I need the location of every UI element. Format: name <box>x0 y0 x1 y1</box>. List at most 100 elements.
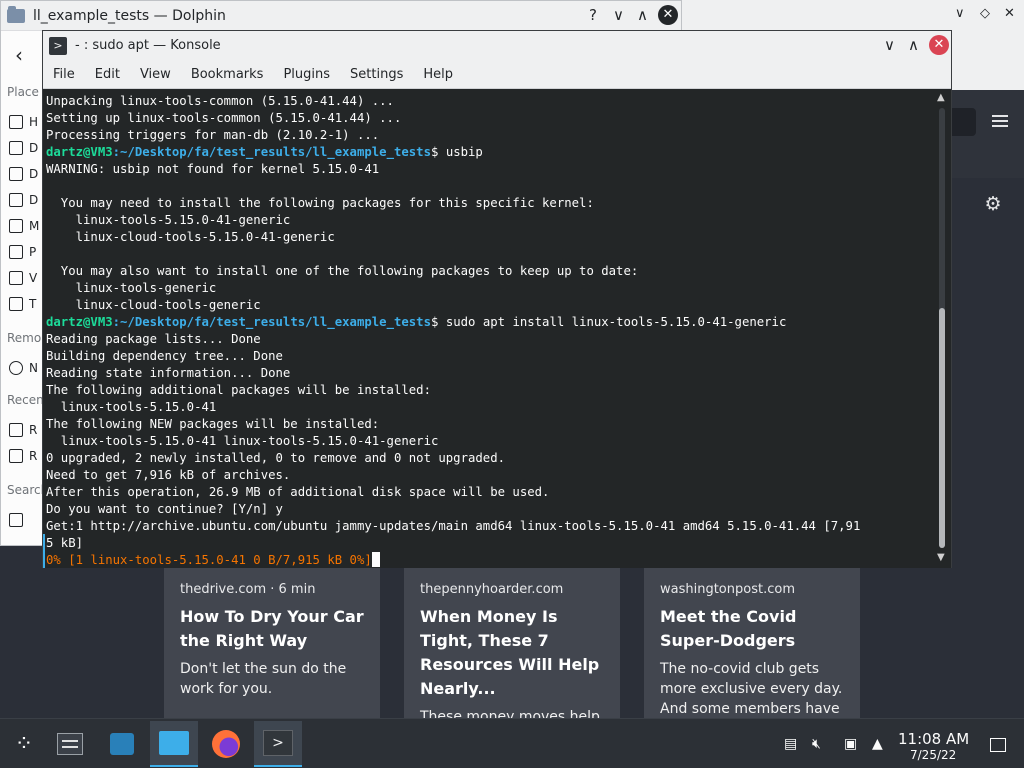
terminal-marker <box>43 534 45 568</box>
desktop-icon <box>9 141 23 155</box>
volume-muted-icon[interactable]: 🔇︎ <box>812 736 821 752</box>
news-card[interactable]: thepennyhoarder.com When Money Is Tight,… <box>404 568 620 723</box>
konsole-task-button[interactable]: > <box>254 721 302 767</box>
news-card-description: Don't let the sun do the work for you. <box>180 661 347 697</box>
show-desktop-icon[interactable] <box>990 738 1006 752</box>
news-card[interactable]: washingtonpost.com Meet the Covid Super-… <box>644 568 860 723</box>
clipboard-icon[interactable]: ▤ <box>784 736 797 752</box>
hamburger-icon[interactable] <box>992 112 1008 130</box>
terminal-output[interactable]: Unpacking linux-tools-common (5.15.0-41.… <box>43 90 935 568</box>
documents-icon <box>9 167 23 181</box>
terminal-line: Processing triggers for man-db (2.10.2-1… <box>46 128 380 142</box>
maximize-button[interactable]: ∧ <box>908 36 919 54</box>
prompt-command: sudo apt install linux-tools-5.15.0-41-g… <box>445 315 787 329</box>
download-progress: 0% [1 linux-tools-5.15.0-41 0 B/7,915 kB… <box>46 553 372 567</box>
recent-locations-icon <box>9 449 23 463</box>
pager-icon <box>57 733 83 755</box>
window-title: - : sudo apt — Konsole <box>75 38 221 53</box>
application-launcher-button[interactable]: ⁘ <box>0 721 48 767</box>
prompt-user-host: dartz@VM3 <box>46 315 113 329</box>
places-panel: Place H D D D M P V T Remo N Recen R R S… <box>1 79 48 545</box>
scroll-down-icon[interactable]: ▼ <box>937 552 945 563</box>
taskbar: ⁘ > <box>0 718 1024 768</box>
network-icon[interactable]: ▣ <box>844 736 857 752</box>
prompt-command: usbip <box>445 145 483 159</box>
terminal-line: linux-cloud-tools-5.15.0-41-generic <box>46 230 335 244</box>
dolphin-task-button[interactable] <box>150 721 198 767</box>
konsole-icon: > <box>263 730 293 756</box>
close-button[interactable]: ✕ <box>658 5 678 25</box>
clock-time[interactable]: 11:08 AM <box>898 730 969 748</box>
browser-keep-above-button[interactable]: ◇ <box>980 6 990 21</box>
browser-titlebar: ∨ ◇ ✕ <box>680 0 1024 30</box>
help-button[interactable]: ? <box>589 6 597 24</box>
browser-toolbar <box>950 30 1024 90</box>
minimize-button[interactable]: ∨ <box>613 6 624 24</box>
konsole-window: > - : sudo apt — Konsole ∨ ∧ ✕ File Edit… <box>42 30 952 568</box>
clock-date[interactable]: 7/25/22 <box>910 748 956 762</box>
terminal-line: linux-tools-5.15.0-41 linux-tools-5.15.0… <box>46 434 439 448</box>
menu-help[interactable]: Help <box>423 65 453 84</box>
firefox-task-button[interactable] <box>202 721 250 767</box>
menu-view[interactable]: View <box>140 65 171 84</box>
scroll-up-icon[interactable]: ▲ <box>937 92 945 103</box>
menu-settings[interactable]: Settings <box>350 65 403 84</box>
terminal-line: linux-cloud-tools-generic <box>46 298 261 312</box>
browser-minimize-button[interactable]: ∨ <box>955 6 965 21</box>
scrollbar-thumb[interactable] <box>939 308 945 548</box>
menu-file[interactable]: File <box>53 65 75 84</box>
terminal-line: Get:1 http://archive.ubuntu.com/ubuntu j… <box>46 519 861 533</box>
terminal-line: Setting up linux-tools-common (5.15.0-41… <box>46 111 402 125</box>
prompt-path: :~/Desktop/fa/test_results/ll_example_te… <box>112 315 431 329</box>
list-icon <box>9 513 23 527</box>
news-card-source: thepennyhoarder.com <box>420 582 564 597</box>
terminal-line: The following NEW packages will be insta… <box>46 417 380 431</box>
terminal-prompt-line: dartz@VM3:~/Desktop/fa/test_results/ll_e… <box>46 144 935 161</box>
konsole-titlebar[interactable]: > - : sudo apt — Konsole ∨ ∧ ✕ <box>43 31 951 61</box>
menu-bar: File Edit View Bookmarks Plugins Setting… <box>43 61 951 89</box>
menu-plugins[interactable]: Plugins <box>283 65 330 84</box>
close-button[interactable]: ✕ <box>929 35 949 55</box>
remote-heading: Remo <box>7 331 42 345</box>
recent-heading: Recen <box>7 393 44 407</box>
menu-edit[interactable]: Edit <box>95 65 120 84</box>
browser-search-input[interactable] <box>950 108 976 136</box>
terminal-line: 0 upgraded, 2 newly installed, 0 to remo… <box>46 451 506 465</box>
news-card-headline[interactable]: When Money Is Tight, These 7 Resources W… <box>420 605 604 701</box>
maximize-button[interactable]: ∧ <box>637 6 648 24</box>
tray-expand-icon[interactable]: ▲ <box>872 736 883 752</box>
minimize-button[interactable]: ∨ <box>884 36 895 54</box>
news-card[interactable]: thedrive.com · 6 min How To Dry Your Car… <box>164 568 380 723</box>
terminal-progress-line: 0% [1 linux-tools-5.15.0-41 0 B/7,915 kB… <box>46 552 935 568</box>
news-card-headline[interactable]: Meet the Covid Super-Dodgers <box>660 605 844 653</box>
prompt-user-host: dartz@VM3 <box>46 145 113 159</box>
pictures-icon <box>9 245 23 259</box>
discover-icon <box>110 733 134 755</box>
terminal-cursor <box>371 552 380 567</box>
terminal-line: Reading package lists... Done <box>46 332 261 346</box>
terminal-line: The following additional packages will b… <box>46 383 431 397</box>
gear-icon[interactable]: ⚙ <box>983 194 1003 214</box>
discover-button[interactable] <box>98 721 146 767</box>
music-icon <box>9 219 23 233</box>
network-icon <box>9 361 23 375</box>
terminal-line: linux-tools-5.15.0-41-generic <box>46 213 291 227</box>
terminal-scrollbar[interactable]: ▲ ▼ <box>935 90 951 568</box>
menu-bookmarks[interactable]: Bookmarks <box>191 65 264 84</box>
pager-button[interactable] <box>46 721 94 767</box>
trash-icon <box>9 297 23 311</box>
videos-icon <box>9 271 23 285</box>
terminal-line: You may need to install the following pa… <box>46 196 594 210</box>
launcher-icon: ⁘ <box>14 731 34 757</box>
terminal-line: Need to get 7,916 kB of archives. <box>46 468 291 482</box>
places-heading: Place <box>7 85 39 99</box>
back-arrow-icon[interactable]: ‹ <box>15 43 23 67</box>
news-card-headline[interactable]: How To Dry Your Car the Right Way <box>180 605 364 653</box>
dolphin-titlebar[interactable]: ll_example_tests — Dolphin <box>1 1 681 31</box>
recent-files-icon <box>9 423 23 437</box>
terminal-line: Building dependency tree... Done <box>46 349 283 363</box>
browser-close-button[interactable]: ✕ <box>1004 6 1015 21</box>
terminal-line: WARNING: usbip not found for kernel 5.15… <box>46 162 380 176</box>
